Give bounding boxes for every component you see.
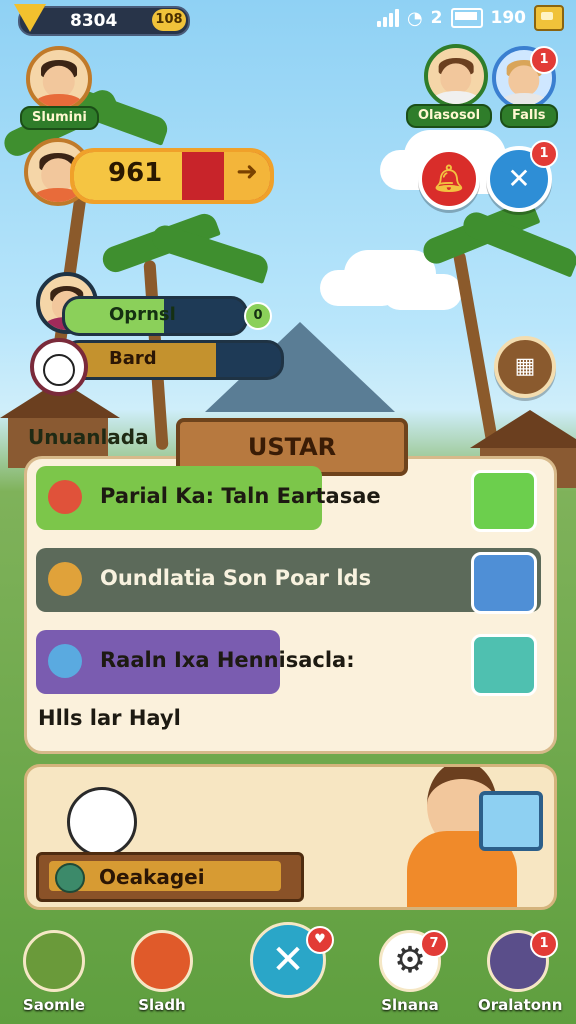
task-label: Raaln Ixa Hennisacla:: [100, 648, 355, 672]
chat-button[interactable]: ▦: [494, 336, 556, 398]
status-bar: 8304 108 ◔ 2 190: [0, 0, 576, 36]
leaf-icon: [23, 930, 85, 992]
chat-icon: ▦: [514, 354, 536, 379]
game-screen: 8304 108 ◔ 2 190 Slumini Olasosol 1 Fall…: [0, 0, 576, 1024]
gem-badge: 108: [152, 9, 186, 31]
task-row[interactable]: Parial Ka: Taln Eartasae: [36, 466, 541, 532]
wifi-icon: ◔: [406, 7, 423, 29]
cards-icon[interactable]: [471, 634, 537, 696]
mail-icon[interactable]: [534, 5, 564, 31]
friend-avatar[interactable]: [424, 44, 488, 108]
tools-icon: ✕: [507, 162, 531, 195]
mascot-icon: [67, 787, 137, 857]
score-bar[interactable]: 961 ➜: [70, 148, 274, 204]
task-row[interactable]: Oundlatia Son Poar lds: [36, 548, 541, 614]
gem-counter[interactable]: 8304 108: [14, 4, 190, 36]
character: [407, 767, 543, 907]
battery-icon: [450, 8, 483, 28]
footer-text: Hlls lar Hayl: [38, 706, 181, 730]
document-icon[interactable]: [471, 552, 537, 614]
search-icon: [131, 930, 193, 992]
bard-progress[interactable]: Bard: [62, 340, 284, 380]
badge-icon: [55, 863, 85, 893]
signal-icon: [376, 9, 399, 27]
card-action-label: Oeakagei: [99, 865, 205, 889]
task-row[interactable]: Raaln Ixa Hennisacla:: [36, 630, 541, 696]
gem-icon: [14, 4, 46, 32]
nav-label: Oralatonn: [478, 996, 563, 1014]
progress-badge: 0: [244, 302, 272, 330]
nav-item-sladh[interactable]: Sladh: [122, 930, 202, 1020]
progress-label: Oprnsl: [109, 304, 176, 325]
gem-count: 8304: [70, 11, 118, 31]
side-label: Unuanlada: [28, 425, 149, 449]
chat-icon[interactable]: [471, 470, 537, 532]
clock: 190: [490, 8, 527, 28]
task-icon: [48, 644, 82, 678]
arrow-right-icon[interactable]: ➜: [224, 152, 270, 200]
system-indicators: ◔ 2 190: [376, 5, 564, 31]
profile-progress[interactable]: Oprnsl: [62, 296, 248, 336]
task-icon: [48, 562, 82, 596]
hut: [470, 410, 576, 448]
notification-badge: 1: [530, 930, 558, 958]
notification-badge: 1: [530, 140, 558, 168]
battery-text: 2: [430, 8, 443, 28]
friend-name-tag: Falls: [500, 104, 558, 128]
score-value: 961: [108, 158, 163, 188]
task-icon: [48, 480, 82, 514]
tablet-icon: [479, 791, 543, 851]
card-action-button[interactable]: Oeakagei: [36, 852, 304, 902]
task-label: Oundlatia Son Poar lds: [100, 566, 372, 590]
bell-button[interactable]: 🔔︎: [418, 148, 480, 210]
notification-badge: ♥: [306, 926, 334, 954]
nav-label: Sladh: [138, 996, 186, 1014]
cloud: [320, 270, 400, 306]
task-label: Parial Ka: Taln Eartasae: [100, 484, 381, 508]
my-avatar[interactable]: [26, 46, 92, 112]
notification-badge: 1: [530, 46, 558, 74]
nav-item-saomle[interactable]: Saomle: [14, 930, 94, 1020]
mascot-avatar: [30, 338, 88, 396]
bard-label: Bard: [109, 348, 157, 369]
my-name-tag: Slumini: [20, 106, 99, 130]
nav-label: Slnana: [381, 996, 439, 1014]
notification-badge: 7: [420, 930, 448, 958]
bell-icon: 🔔︎: [432, 164, 466, 194]
nav-label: Saomle: [22, 996, 86, 1014]
friend-name-tag: Olasosol: [406, 104, 493, 128]
